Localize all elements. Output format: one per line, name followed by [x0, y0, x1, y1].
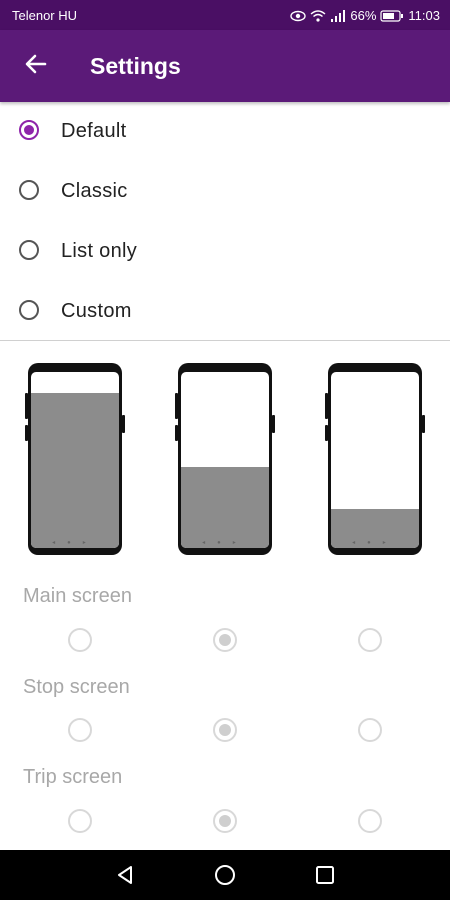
- phone-preview-trip: ◂●▸: [325, 363, 425, 555]
- stop-screen-radio-3[interactable]: [358, 718, 382, 742]
- section-label-trip-screen: Trip screen: [23, 766, 123, 788]
- section-label-stop-screen: Stop screen: [23, 676, 130, 698]
- wifi-icon: [310, 9, 326, 22]
- option-default[interactable]: Default: [0, 102, 450, 162]
- phone-nav-dots: ◂●▸: [202, 540, 248, 546]
- system-nav-bar: [0, 850, 450, 900]
- option-label: Default: [61, 120, 127, 142]
- back-triangle-icon[interactable]: [112, 862, 138, 888]
- radio-button[interactable]: [19, 300, 39, 320]
- option-label: Custom: [61, 300, 132, 322]
- arrow-left-icon: [25, 54, 47, 79]
- page-title: Settings: [90, 53, 181, 79]
- carrier-name: Telenor HU: [12, 8, 78, 23]
- recents-square-icon[interactable]: [312, 862, 338, 888]
- status-icons: 66% 11:03: [290, 8, 440, 23]
- option-classic[interactable]: Classic: [0, 162, 450, 222]
- signal-icon: [330, 9, 346, 22]
- main-screen-radio-2[interactable]: [213, 628, 237, 652]
- app-bar: Settings: [0, 30, 450, 102]
- phone-screen: ◂●▸: [31, 372, 119, 548]
- trip-screen-radio-2[interactable]: [213, 809, 237, 833]
- radio-button[interactable]: [19, 240, 39, 260]
- option-label: List only: [61, 240, 138, 262]
- stop-screen-radio-2[interactable]: [213, 718, 237, 742]
- status-bar: Telenor HU 66% 11:03: [0, 0, 450, 30]
- radio-button[interactable]: [19, 120, 39, 140]
- option-label: Classic: [61, 180, 128, 202]
- option-custom[interactable]: Custom: [0, 282, 450, 342]
- phone-screen: ◂●▸: [181, 372, 269, 548]
- trip-screen-radio-1[interactable]: [68, 809, 92, 833]
- status-time: 11:03: [408, 8, 440, 23]
- phone-preview-stop: ◂●▸: [175, 363, 275, 555]
- main-screen-radio-1[interactable]: [68, 628, 92, 652]
- main-screen-radio-3[interactable]: [358, 628, 382, 652]
- home-circle-icon[interactable]: [212, 862, 238, 888]
- option-list-only[interactable]: List only: [0, 222, 450, 282]
- battery-icon: [380, 9, 404, 22]
- stop-screen-radio-1[interactable]: [68, 718, 92, 742]
- preview-fill: [181, 467, 269, 548]
- phone-nav-dots: ◂●▸: [52, 540, 98, 546]
- phone-preview-main: ◂●▸: [25, 363, 125, 555]
- preview-fill: [31, 393, 119, 548]
- radio-button[interactable]: [19, 180, 39, 200]
- divider: [0, 340, 450, 341]
- phone-screen: ◂●▸: [331, 372, 419, 548]
- trip-screen-radio-3[interactable]: [358, 809, 382, 833]
- phone-nav-dots: ◂●▸: [352, 540, 398, 546]
- layout-options: Default Classic List only Custom: [0, 102, 450, 342]
- section-label-main-screen: Main screen: [23, 585, 132, 607]
- eye-icon: [290, 10, 307, 22]
- battery-percent: 66%: [350, 8, 377, 23]
- back-button[interactable]: [18, 48, 54, 84]
